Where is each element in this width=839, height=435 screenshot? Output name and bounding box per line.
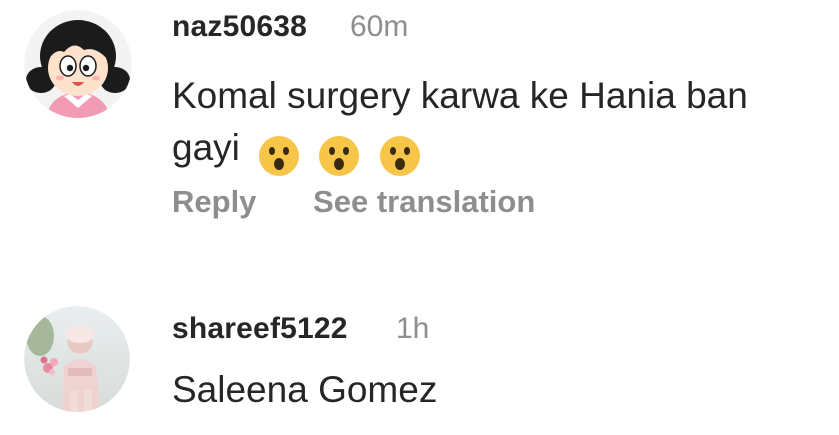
cartoon-girl-avatar-icon	[24, 10, 132, 118]
comment-body: Komal surgery karwa ke Hania ban gayi	[172, 70, 822, 180]
comment-item: shareef5122 1h Saleena Gomez	[0, 292, 839, 435]
comment-timestamp: 60m	[350, 10, 409, 43]
username[interactable]: naz50638	[172, 10, 307, 44]
username[interactable]: shareef5122	[172, 312, 348, 346]
user-avatar[interactable]	[24, 10, 132, 118]
comment-actions: Reply See translation	[172, 184, 535, 220]
hushed-face-emoji-icon	[379, 136, 420, 177]
see-translation-button[interactable]: See translation	[313, 184, 535, 220]
comment-item: naz50638 60m Komal surgery karwa ke Hani…	[0, 0, 839, 260]
photo-avatar-icon	[24, 306, 130, 412]
comment-timestamp: 1h	[396, 312, 430, 345]
reply-button[interactable]: Reply	[172, 184, 256, 220]
comment-body: Saleena Gomez	[172, 364, 822, 416]
comment-text: Saleena Gomez	[172, 369, 438, 410]
user-avatar[interactable]	[24, 306, 130, 412]
emoji-group	[258, 128, 429, 180]
hushed-face-emoji-icon	[319, 136, 360, 177]
hushed-face-emoji-icon	[259, 136, 300, 177]
